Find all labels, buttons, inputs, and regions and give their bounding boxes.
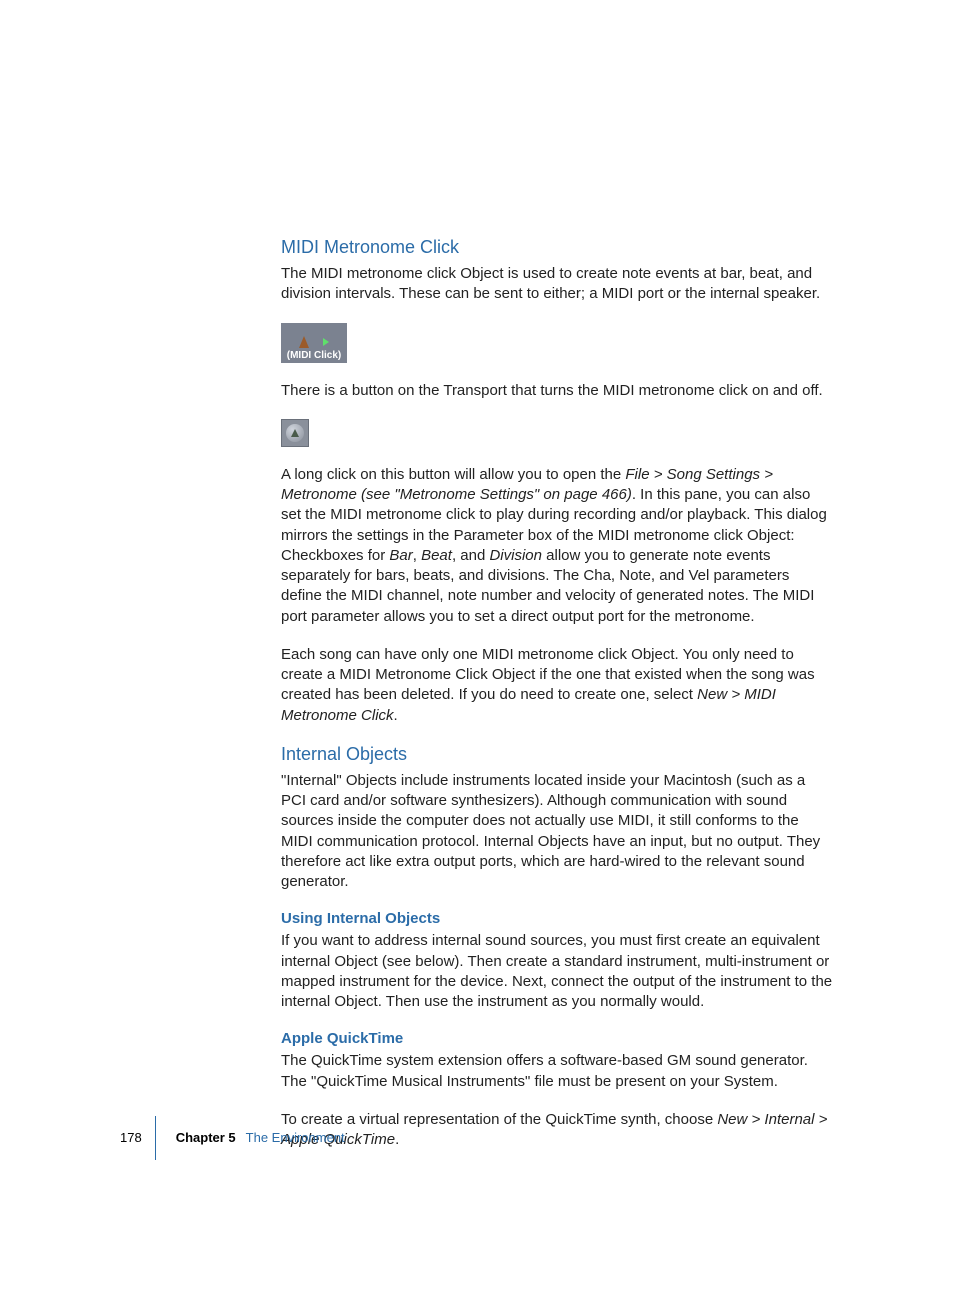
heading-internal-objects: Internal Objects bbox=[281, 744, 834, 765]
midi-click-label: (MIDI Click) bbox=[287, 350, 341, 361]
chapter-title: The Environment bbox=[246, 1130, 345, 1145]
play-indicator-icon bbox=[323, 338, 329, 346]
page-content: MIDI Metronome Click The MIDI metronome … bbox=[0, 0, 954, 1150]
chapter-label: Chapter 5 bbox=[176, 1130, 236, 1145]
paragraph: Each song can have only one MIDI metrono… bbox=[281, 645, 834, 726]
paragraph: The QuickTime system extension offers a … bbox=[281, 1051, 834, 1092]
subheading-using-internal: Using Internal Objects bbox=[281, 910, 834, 927]
paragraph: If you want to address internal sound so… bbox=[281, 931, 834, 1012]
heading-midi-metronome: MIDI Metronome Click bbox=[281, 237, 834, 258]
paragraph: "Internal" Objects include instruments l… bbox=[281, 771, 834, 893]
paragraph: A long click on this button will allow y… bbox=[281, 465, 834, 627]
footer-divider bbox=[155, 1116, 156, 1160]
paragraph: There is a button on the Transport that … bbox=[281, 381, 834, 401]
paragraph: To create a virtual representation of th… bbox=[281, 1110, 834, 1151]
midi-click-object-icon: (MIDI Click) bbox=[281, 323, 347, 363]
metronome-icon bbox=[299, 336, 309, 348]
paragraph: The MIDI metronome click Object is used … bbox=[281, 264, 834, 305]
page-number: 178 bbox=[120, 1130, 142, 1145]
transport-metronome-button-icon bbox=[281, 419, 309, 447]
subheading-apple-quicktime: Apple QuickTime bbox=[281, 1030, 834, 1047]
page-footer: 178 Chapter 5 The Environment bbox=[120, 1130, 345, 1145]
